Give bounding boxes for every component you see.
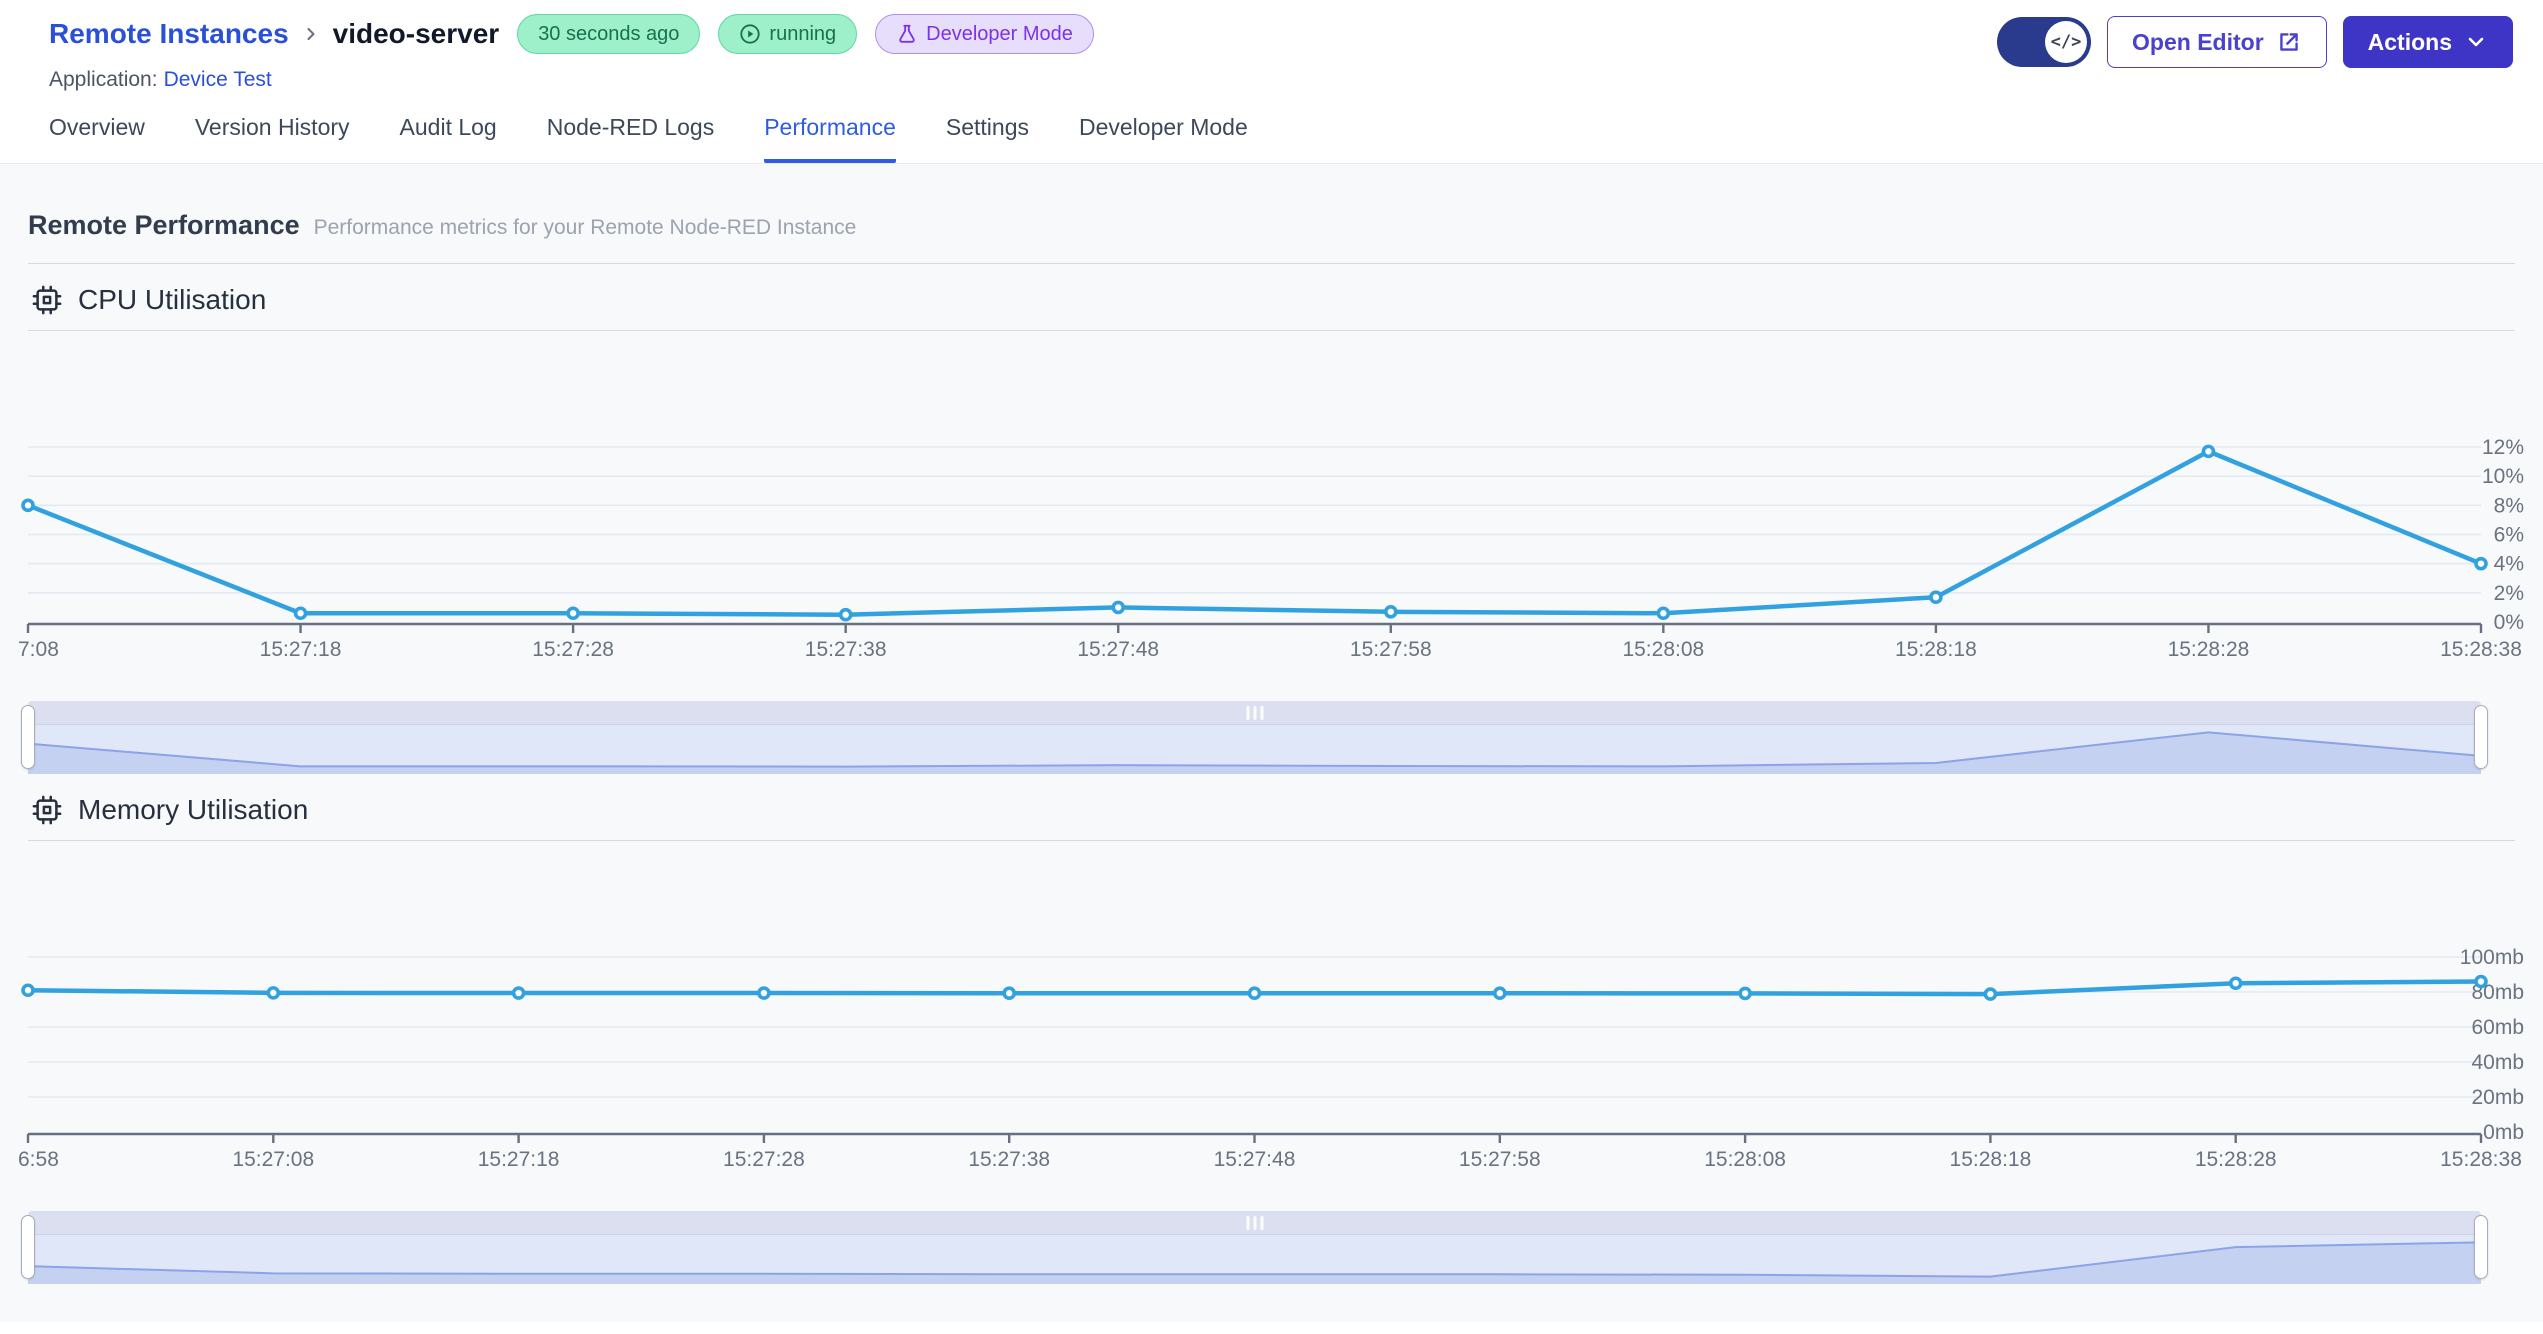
svg-text:15:27:48: 15:27:48	[1077, 638, 1159, 661]
cpu-utilisation-chart: 7:08 15:27:18 15:27:28 15:27:38 15:27:48 15:2…	[18, 436, 2524, 661]
svg-text:15:27:08: 15:27:08	[232, 1148, 314, 1171]
tab-performance[interactable]: Performance	[764, 114, 896, 163]
svg-text:15:27:18: 15:27:18	[260, 638, 342, 661]
memory-chip-icon	[32, 795, 62, 825]
code-icon: </>	[2045, 21, 2088, 63]
page-subtitle: Performance metrics for your Remote Node…	[313, 216, 857, 239]
svg-text:15:28:38: 15:28:38	[2440, 1148, 2522, 1171]
developer-mode-badge[interactable]: Developer Mode	[875, 14, 1094, 54]
open-editor-button[interactable]: Open Editor	[2107, 16, 2327, 68]
breadcrumb-parent-link[interactable]: Remote Instances	[49, 18, 289, 50]
actions-label: Actions	[2367, 28, 2452, 55]
svg-text:15:27:18: 15:27:18	[478, 1148, 560, 1171]
svg-text:7:08: 7:08	[18, 638, 59, 661]
tab-settings[interactable]: Settings	[946, 114, 1029, 163]
cpu-brush-right-handle[interactable]	[2474, 705, 2488, 769]
instance-name: video-server	[332, 18, 500, 49]
divider	[28, 840, 2515, 841]
svg-text:6:58: 6:58	[18, 1148, 59, 1171]
svg-text:15:27:38: 15:27:38	[968, 1148, 1050, 1171]
svg-text:4%: 4%	[2494, 553, 2524, 576]
memory-section: Memory Utilisation 6:58 15:27:08 15:27:18 1…	[18, 794, 2524, 1284]
cpu-brush-grip-handle[interactable]	[1246, 706, 1263, 720]
svg-text:15:27:38: 15:27:38	[805, 638, 887, 661]
svg-text:6%: 6%	[2494, 524, 2524, 547]
cpu-brush-left-handle[interactable]	[21, 705, 35, 769]
cpu-section: CPU Utilisation 7:08 15:27:18 15:27:28 15:2…	[18, 284, 2524, 774]
tab-audit-log[interactable]: Audit Log	[400, 114, 497, 163]
memory-section-title: Memory Utilisation	[32, 794, 2515, 826]
svg-text:100mb: 100mb	[2460, 946, 2524, 969]
svg-text:15:27:28: 15:27:28	[723, 1148, 805, 1171]
svg-text:15:28:38: 15:28:38	[2440, 638, 2522, 661]
header-actions: </> Open Editor Actions	[1997, 14, 2513, 68]
external-link-icon	[2276, 29, 2302, 55]
svg-text:15:28:28: 15:28:28	[2168, 638, 2250, 661]
status-badge: running	[718, 14, 858, 54]
tab-bar: Overview Version History Audit Log Node-…	[0, 92, 2543, 164]
header: Remote Instances video-server 30 seconds…	[0, 0, 2543, 92]
application-row: Application: Device Test	[49, 68, 1094, 92]
header-left: Remote Instances video-server 30 seconds…	[49, 14, 1094, 92]
memory-brush-left-handle[interactable]	[21, 1215, 35, 1279]
tab-node-red-logs[interactable]: Node-RED Logs	[547, 114, 714, 163]
memory-brush-minimap	[28, 1241, 2481, 1284]
cpu-chip-icon	[32, 285, 62, 315]
svg-text:60mb: 60mb	[2471, 1016, 2524, 1039]
chevron-down-icon	[2464, 30, 2488, 54]
svg-text:15:28:18: 15:28:18	[1950, 1148, 2032, 1171]
page-title: Remote Performance	[28, 210, 300, 240]
developer-mode-toggle[interactable]: </>	[1997, 17, 2092, 67]
svg-text:0%: 0%	[2494, 611, 2524, 634]
chevron-right-icon	[301, 24, 321, 44]
svg-text:15:27:48: 15:27:48	[1214, 1148, 1296, 1171]
svg-text:15:27:58: 15:27:58	[1350, 638, 1432, 661]
page-header: Remote Performance Performance metrics f…	[28, 164, 2515, 264]
svg-text:20mb: 20mb	[2471, 1086, 2524, 1109]
svg-text:15:27:58: 15:27:58	[1459, 1148, 1541, 1171]
cpu-range-brush[interactable]	[21, 701, 2488, 774]
memory-brush-right-handle[interactable]	[2474, 1215, 2488, 1279]
svg-text:0mb: 0mb	[2483, 1121, 2524, 1144]
svg-text:15:28:08: 15:28:08	[1704, 1148, 1786, 1171]
memory-section-label: Memory Utilisation	[78, 794, 309, 825]
tab-overview[interactable]: Overview	[49, 114, 145, 163]
developer-mode-badge-label: Developer Mode	[926, 22, 1073, 45]
tab-developer-mode[interactable]: Developer Mode	[1079, 114, 1248, 163]
app-root: Remote Instances video-server 30 seconds…	[0, 0, 2543, 1322]
cpu-section-title: CPU Utilisation	[32, 284, 2515, 316]
svg-text:8%: 8%	[2494, 494, 2524, 517]
divider	[28, 330, 2515, 331]
play-circle-icon	[739, 23, 761, 45]
svg-text:12%: 12%	[2482, 436, 2524, 459]
status-badge-label: running	[769, 22, 837, 45]
memory-utilisation-chart: 6:58 15:27:08 15:27:18 15:27:28 15:27:38 15:2…	[18, 946, 2524, 1171]
svg-text:40mb: 40mb	[2471, 1051, 2524, 1074]
last-seen-badge: 30 seconds ago	[517, 14, 701, 54]
svg-text:15:28:08: 15:28:08	[1622, 638, 1704, 661]
tab-version-history[interactable]: Version History	[195, 114, 350, 163]
svg-text:15:28:18: 15:28:18	[1895, 638, 1977, 661]
svg-text:15:27:28: 15:27:28	[532, 638, 614, 661]
cpu-brush-minimap	[28, 731, 2481, 774]
svg-text:2%: 2%	[2494, 582, 2524, 605]
memory-range-brush[interactable]	[21, 1211, 2488, 1284]
breadcrumb: Remote Instances video-server 30 seconds…	[49, 14, 1094, 54]
application-link[interactable]: Device Test	[164, 68, 272, 91]
svg-text:10%: 10%	[2482, 465, 2524, 488]
application-label: Application:	[49, 68, 158, 91]
svg-text:15:28:28: 15:28:28	[2195, 1148, 2277, 1171]
open-editor-label: Open Editor	[2132, 28, 2264, 55]
actions-button[interactable]: Actions	[2342, 16, 2513, 68]
cpu-section-label: CPU Utilisation	[78, 284, 267, 315]
memory-brush-grip-handle[interactable]	[1246, 1216, 1263, 1230]
performance-panel: Remote Performance Performance metrics f…	[0, 164, 2543, 1322]
flask-icon	[896, 23, 918, 45]
